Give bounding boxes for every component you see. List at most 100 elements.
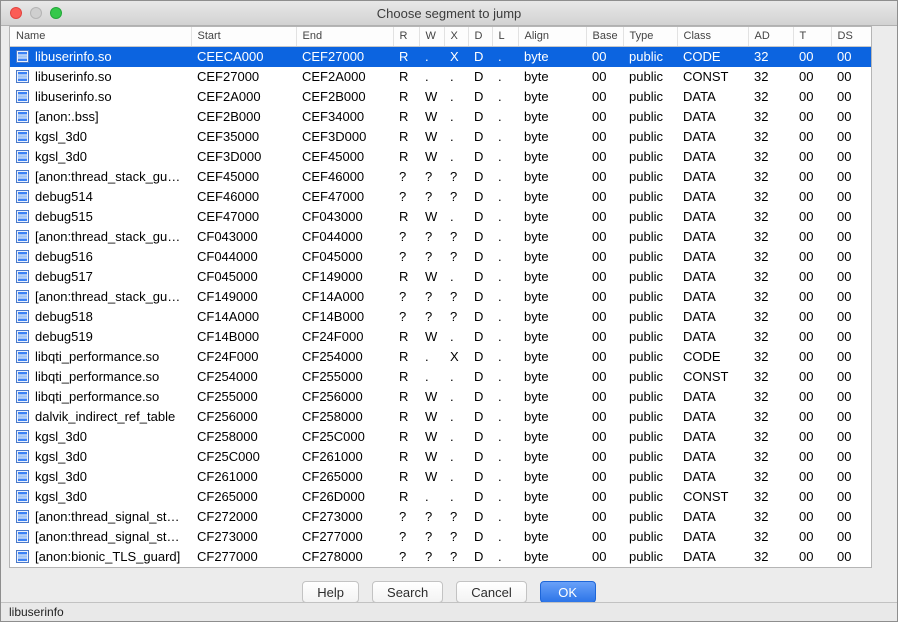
table-row[interactable]: [anon:thread_stack_gu… CEF45000 CEF46000??… xyxy=(10,167,871,187)
column-header-class[interactable]: Class xyxy=(677,27,749,47)
segment-name-cell: [anon:thread_stack_gu… xyxy=(10,227,191,247)
cell-align: byte xyxy=(524,129,549,144)
table-row[interactable]: libuserinfo.so CEF27000 CEF2A000 R.. D. byte 0… xyxy=(10,67,871,87)
cell-d: D xyxy=(474,329,484,344)
table-row[interactable]: debug514 CEF46000 CEF47000??? D. byte 00 publi… xyxy=(10,187,871,207)
cell-t: 00 xyxy=(799,229,814,244)
cell-r: ? xyxy=(399,289,407,304)
cell-type: public xyxy=(629,309,663,324)
column-header-ad[interactable]: AD xyxy=(748,27,794,47)
cell-ds: 00 xyxy=(837,489,852,504)
column-header-align[interactable]: Align xyxy=(518,27,587,47)
cell-l: . xyxy=(498,429,502,444)
column-header-r[interactable]: R xyxy=(393,27,420,47)
column-header-name[interactable]: Name xyxy=(10,27,192,47)
cell-d: D xyxy=(474,289,484,304)
cell-x: . xyxy=(450,449,454,464)
segment-name-cell: [anon:.bss] xyxy=(10,107,191,127)
cancel-button[interactable]: Cancel xyxy=(456,581,527,603)
help-button[interactable]: Help xyxy=(302,581,360,603)
table-row[interactable]: debug516 CF044000 CF045000??? D. byte 00 publi… xyxy=(10,247,871,267)
segment-name: [anon:thread_stack_gu… xyxy=(35,289,181,304)
cell-type: public xyxy=(629,449,663,464)
cell-class: DATA xyxy=(683,169,716,184)
table-row[interactable]: [anon:thread_stack_gu… CF149000 CF14A000??… xyxy=(10,287,871,307)
table-row[interactable]: debug518 CF14A000 CF14B000??? D. byte 00 publi… xyxy=(10,307,871,327)
table-row[interactable]: kgsl_3d0 CF258000 CF25C000 R W. D. byte 00 publi… xyxy=(10,427,871,447)
cell-l: . xyxy=(498,329,502,344)
segment-icon xyxy=(16,350,29,363)
table-row[interactable]: libuserinfo.so CEECA000 CEF27000 R. X D. byte 0… xyxy=(10,46,871,67)
cell-end: CF149000 xyxy=(302,269,363,284)
table-row[interactable]: debug515 CEF47000 CF043000 R W. D. byte 00 publi… xyxy=(10,207,871,227)
close-button[interactable] xyxy=(10,7,22,19)
table-row[interactable]: [anon:thread_signal_sta… CF272000 CF273000… xyxy=(10,507,871,527)
column-header-x[interactable]: X xyxy=(444,27,469,47)
column-header-d[interactable]: D xyxy=(468,27,493,47)
cell-end: CF14B000 xyxy=(302,309,365,324)
table-row[interactable]: [anon:.bss] CEF2B000 CEF34000 R W. D. byte 00 pu… xyxy=(10,107,871,127)
cell-w: W xyxy=(425,389,438,404)
segment-name-cell: kgsl_3d0 xyxy=(10,127,191,147)
cell-w: W xyxy=(425,269,438,284)
cell-d: D xyxy=(474,449,484,464)
table-row[interactable]: kgsl_3d0 CEF35000 CEF3D000 R W. D. byte 00 publi… xyxy=(10,127,871,147)
segment-name: [anon:thread_signal_sta… xyxy=(35,509,185,524)
cell-class: CONST xyxy=(683,489,729,504)
cell-t: 00 xyxy=(799,269,814,284)
table-row[interactable]: libqti_performance.so CF24F000 CF254000 R. X… xyxy=(10,347,871,367)
cell-r: R xyxy=(399,209,409,224)
table-row[interactable]: kgsl_3d0 CEF3D000 CEF45000 R W. D. byte 00 publi… xyxy=(10,147,871,167)
minimize-button[interactable] xyxy=(30,7,42,19)
cell-ds: 00 xyxy=(837,449,852,464)
table-row[interactable]: kgsl_3d0 CF261000 CF265000 R W. D. byte 00 publi… xyxy=(10,467,871,487)
cell-type: public xyxy=(629,489,663,504)
search-button[interactable]: Search xyxy=(372,581,444,603)
zoom-button[interactable] xyxy=(50,7,62,19)
column-header-w[interactable]: W xyxy=(419,27,445,47)
column-header-t[interactable]: T xyxy=(793,27,832,47)
table-row[interactable]: libuserinfo.so CEF2A000 CEF2B000 R W. D. byte 0… xyxy=(10,87,871,107)
cell-r: R xyxy=(399,49,409,64)
table-row[interactable]: [anon:bionic_TLS_guard] CF277000 CF278000?… xyxy=(10,547,871,567)
cell-l: . xyxy=(498,209,502,224)
cell-w: W xyxy=(425,109,438,124)
cell-type: public xyxy=(629,149,663,164)
segment-name-cell: kgsl_3d0 xyxy=(10,467,191,487)
cell-end: CF254000 xyxy=(302,349,363,364)
cell-d: D xyxy=(474,529,484,544)
segment-name-cell: [anon:thread_stack_gu… xyxy=(10,287,191,307)
column-header-l[interactable]: L xyxy=(492,27,519,47)
table-row[interactable]: libqti_performance.so CF254000 CF255000 R..… xyxy=(10,367,871,387)
table-row[interactable]: kgsl_3d0 CF25C000 CF261000 R W. D. byte 00 publi… xyxy=(10,447,871,467)
column-header-type[interactable]: Type xyxy=(623,27,678,47)
cell-r: ? xyxy=(399,229,407,244)
segment-name: libqti_performance.so xyxy=(35,349,160,364)
cell-ad: 32 xyxy=(754,329,769,344)
cell-align: byte xyxy=(524,169,549,184)
table-row[interactable]: dalvik_indirect_ref_table CF256000 CF25800… xyxy=(10,407,871,427)
column-header-start[interactable]: Start xyxy=(191,27,297,47)
cell-type: public xyxy=(629,329,663,344)
table-row[interactable]: [anon:thread_stack_gu… CF043000 CF044000??… xyxy=(10,227,871,247)
table-row[interactable]: libqti_performance.so CF255000 CF256000 R W.… xyxy=(10,387,871,407)
cell-r: ? xyxy=(399,549,407,564)
table-row[interactable]: [anon:thread_signal_sta… CF273000 CF277000… xyxy=(10,527,871,547)
cell-x: X xyxy=(450,49,459,64)
cell-t: 00 xyxy=(799,529,814,544)
column-header-ds[interactable]: DS xyxy=(831,27,871,47)
cell-x: . xyxy=(450,69,454,84)
cell-t: 00 xyxy=(799,469,814,484)
cell-w: ? xyxy=(425,529,433,544)
ok-button[interactable]: OK xyxy=(539,581,596,603)
cell-type: public xyxy=(629,169,663,184)
cell-d: D xyxy=(474,549,484,564)
segment-icon xyxy=(16,270,29,283)
cell-w: . xyxy=(425,49,429,64)
table-row[interactable]: debug519 CF14B000 CF24F000 R W. D. byte 00 publi… xyxy=(10,327,871,347)
table-row[interactable]: debug517 CF045000 CF149000 R W. D. byte 00 publi… xyxy=(10,267,871,287)
column-header-end[interactable]: End xyxy=(296,27,394,47)
table-row[interactable]: kgsl_3d0 CF265000 CF26D000 R.. D. byte 00 publi… xyxy=(10,487,871,507)
cell-l: . xyxy=(498,229,502,244)
column-header-base[interactable]: Base xyxy=(586,27,624,47)
